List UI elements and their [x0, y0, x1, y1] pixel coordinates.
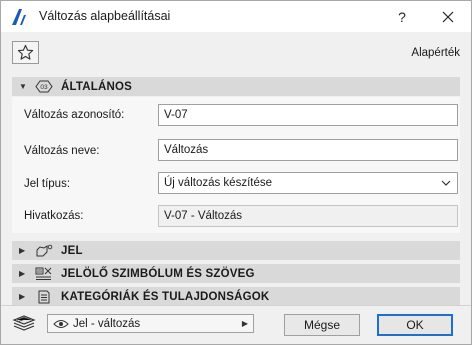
marker-type-select[interactable]: Új változás készítése: [158, 172, 458, 194]
change-id-field[interactable]: [158, 104, 458, 126]
change-id-label: Változás azonosító:: [24, 109, 125, 121]
star-icon: [17, 44, 34, 60]
marker-shape-icon: [35, 244, 53, 258]
change-name-label: Változás neve:: [24, 145, 100, 157]
marker-type-value: Új változás készítése: [164, 177, 273, 189]
symbol-text-icon: [35, 267, 53, 281]
marker-type-label: Jel típus:: [24, 178, 71, 190]
layers-icon[interactable]: [11, 314, 37, 332]
section-title-marker: JEL: [61, 244, 83, 257]
help-button[interactable]: ?: [379, 1, 425, 32]
expanded-arrow-icon: ▼: [19, 82, 27, 91]
chevron-down-icon: [441, 173, 451, 201]
document-list-icon: [35, 290, 53, 304]
change-id-input[interactable]: [164, 105, 457, 125]
section-header-marker-symbol[interactable]: ▶ JELÖLŐ SZIMBÓLUM ÉS SZÖVEG: [12, 264, 460, 283]
close-icon: [442, 11, 454, 22]
section-title-categories: KATEGÓRIÁK ÉS TULAJDONSÁGOK: [61, 290, 270, 303]
section-header-marker[interactable]: ▶ JEL: [12, 241, 460, 260]
section-header-general[interactable]: ▼ 03 ÁLTALÁNOS: [12, 77, 460, 96]
window-title: Változás alapbeállításai: [39, 9, 171, 23]
eye-icon: [53, 319, 69, 328]
default-settings-label: Alapérték: [411, 47, 460, 59]
footer-divider: [1, 305, 471, 306]
play-arrow-icon: ▶: [241, 319, 248, 328]
change-name-input[interactable]: [164, 140, 457, 160]
section-header-categories[interactable]: ▶ KATEGÓRIÁK ÉS TULAJDONSÁGOK: [12, 287, 460, 306]
collapsed-arrow-icon: ▶: [19, 269, 26, 278]
reference-field: V-07 - Változás: [158, 205, 458, 227]
close-button[interactable]: [425, 1, 471, 32]
change-name-field[interactable]: [158, 139, 458, 161]
ok-button[interactable]: OK: [377, 314, 453, 336]
section-title-general: ÁLTALÁNOS: [61, 80, 133, 93]
reference-label: Hivatkozás:: [24, 210, 84, 222]
collapsed-arrow-icon: ▶: [19, 292, 26, 301]
section-title-marker-symbol: JELÖLŐ SZIMBÓLUM ÉS SZÖVEG: [61, 267, 255, 280]
archicad-app-icon: [12, 9, 26, 25]
view-marker-combo[interactable]: Jel - változás ▶: [47, 314, 254, 333]
dialog-window: Változás alapbeállításai ? Alapérték ▼ 0…: [0, 0, 472, 345]
collapsed-arrow-icon: ▶: [19, 246, 26, 255]
cancel-button[interactable]: Mégse: [284, 314, 360, 336]
id-tag-icon: 03: [35, 80, 53, 94]
general-panel: Változás azonosító: Változás neve: Jel t…: [12, 97, 460, 233]
title-bar: Változás alapbeállításai ?: [1, 1, 471, 32]
view-combo-value: Jel - változás: [73, 317, 141, 330]
svg-text:03: 03: [40, 84, 48, 91]
favorites-button[interactable]: [12, 41, 39, 64]
